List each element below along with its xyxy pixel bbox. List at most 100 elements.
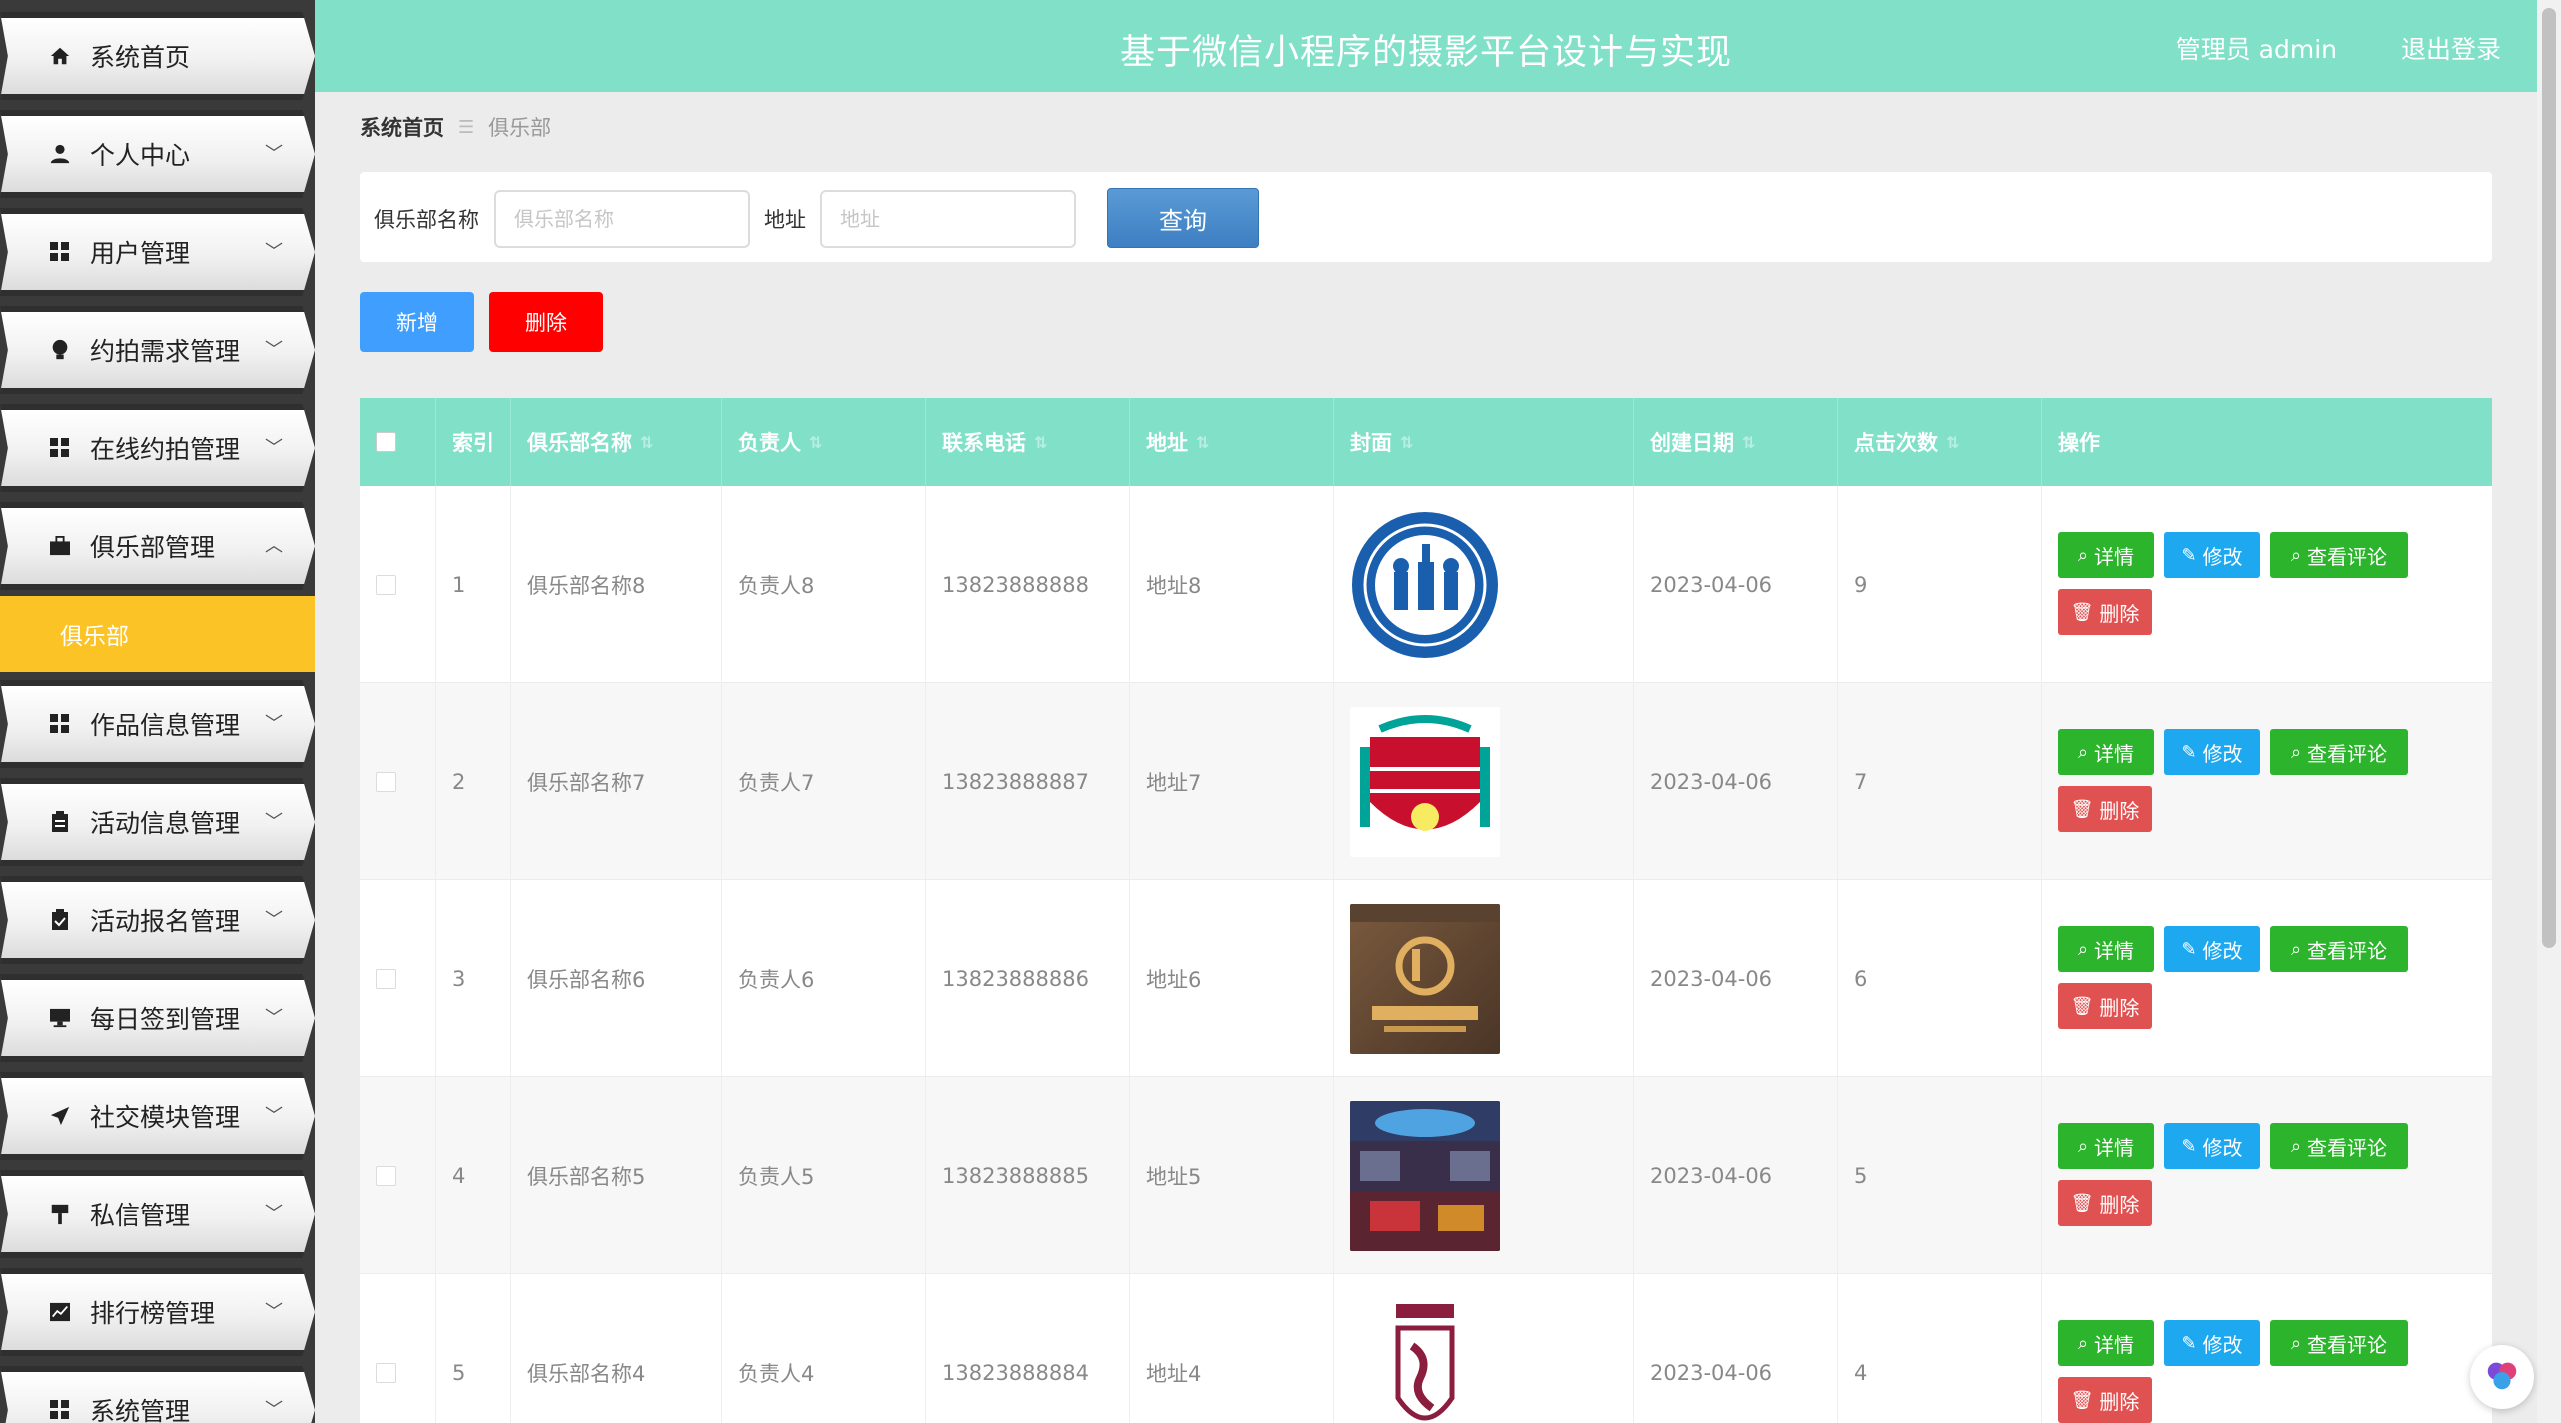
- edit-button[interactable]: ✎ 修改: [2164, 1123, 2260, 1169]
- monitor-icon: [48, 1006, 72, 1030]
- sidebar-item-works[interactable]: 作品信息管理 ﹀: [0, 680, 315, 768]
- sidebar-item-label: 私信管理: [90, 1201, 191, 1230]
- th-name[interactable]: 俱乐部名称 ⇅: [511, 398, 722, 486]
- sort-icon[interactable]: ⇅: [1196, 433, 1209, 452]
- row-delete-button[interactable]: 🗑 删除: [2058, 589, 2152, 635]
- sort-icon[interactable]: ⇅: [1400, 433, 1413, 452]
- th-cover[interactable]: 封面 ⇅: [1334, 398, 1634, 486]
- row-delete-button[interactable]: 🗑 删除: [2058, 1377, 2152, 1423]
- detail-label: 详情: [2094, 1135, 2135, 1160]
- assistant-floating-button[interactable]: [2470, 1345, 2534, 1409]
- sidebar-item-label: 社交模块管理: [90, 1103, 241, 1132]
- search-icon: ⌕: [2290, 1135, 2302, 1157]
- edit-button[interactable]: ✎ 修改: [2164, 729, 2260, 775]
- th-address[interactable]: 地址 ⇅: [1130, 398, 1334, 486]
- sidebar-item-system[interactable]: 系统管理 ﹀: [0, 1366, 315, 1423]
- delete-button[interactable]: 删除: [489, 292, 603, 352]
- row-delete-button[interactable]: 🗑 删除: [2058, 983, 2152, 1029]
- th-owner[interactable]: 负责人 ⇅: [722, 398, 926, 486]
- cell-name: 俱乐部名称6: [511, 880, 722, 1077]
- sidebar-item-profile[interactable]: 个人中心 ﹀: [0, 110, 315, 198]
- sidebar-item-daily-checkin[interactable]: 每日签到管理 ﹀: [0, 974, 315, 1062]
- cell-clicks: 7: [1838, 683, 2042, 880]
- detail-button[interactable]: ⌕ 详情: [2058, 1320, 2154, 1366]
- grid-icon: [48, 436, 72, 460]
- th-clicks[interactable]: 点击次数 ⇅: [1838, 398, 2042, 486]
- view-comments-button[interactable]: ⌕ 查看评论: [2270, 532, 2408, 578]
- comments-label: 查看评论: [2307, 544, 2388, 569]
- cell-index: 5: [436, 1274, 511, 1423]
- view-comments-button[interactable]: ⌕ 查看评论: [2270, 926, 2408, 972]
- breadcrumb-home[interactable]: 系统首页: [360, 112, 444, 142]
- club-table: 索引 俱乐部名称 ⇅ 负责人 ⇅ 联系电话 ⇅ 地址 ⇅ 封面 ⇅ 创建日期 ⇅ 点击次数 ⇅…: [360, 398, 2492, 1423]
- sidebar-item-activity-signup[interactable]: 活动报名管理 ﹀: [0, 876, 315, 964]
- sidebar-item-club-management[interactable]: 俱乐部管理 ︿: [0, 502, 315, 590]
- row-checkbox[interactable]: [376, 1362, 396, 1383]
- delete-label: 删除: [2099, 798, 2140, 823]
- cell-index: 3: [436, 880, 511, 1077]
- sort-icon[interactable]: ⇅: [1034, 433, 1047, 452]
- table-row: 1 俱乐部名称8 负责人8 13823888888 地址8 2023-04-06…: [360, 486, 2492, 683]
- club-name-input[interactable]: [494, 190, 750, 248]
- th-phone-label: 联系电话: [942, 431, 1026, 455]
- sidebar-item-home[interactable]: 系统首页: [0, 12, 315, 100]
- view-comments-button[interactable]: ⌕ 查看评论: [2270, 1123, 2408, 1169]
- chevron-down-icon: ﹀: [265, 437, 283, 459]
- search-icon: ⌕: [2290, 938, 2302, 960]
- row-checkbox[interactable]: [376, 1165, 396, 1186]
- select-all-cell: [360, 398, 436, 486]
- sort-icon[interactable]: ⇅: [1946, 433, 1959, 452]
- cell-address: 地址8: [1130, 486, 1334, 683]
- view-comments-button[interactable]: ⌕ 查看评论: [2270, 1320, 2408, 1366]
- th-date[interactable]: 创建日期 ⇅: [1634, 398, 1838, 486]
- edit-button[interactable]: ✎ 修改: [2164, 1320, 2260, 1366]
- row-checkbox[interactable]: [376, 771, 396, 792]
- sidebar-item-shoot-demand[interactable]: 约拍需求管理 ﹀: [0, 306, 315, 394]
- edit-label: 修改: [2202, 544, 2243, 569]
- sidebar-item-messages[interactable]: 私信管理 ﹀: [0, 1170, 315, 1258]
- add-button[interactable]: 新增: [360, 292, 474, 352]
- sidebar-item-social[interactable]: 社交模块管理 ﹀: [0, 1072, 315, 1160]
- cell-clicks: 4: [1838, 1274, 2042, 1423]
- detail-button[interactable]: ⌕ 详情: [2058, 729, 2154, 775]
- edit-button[interactable]: ✎ 修改: [2164, 532, 2260, 578]
- address-input[interactable]: [820, 190, 1076, 248]
- logout-link[interactable]: 退出登录: [2401, 30, 2501, 66]
- row-delete-button[interactable]: 🗑 删除: [2058, 786, 2152, 832]
- sidebar-item-online-shoot[interactable]: 在线约拍管理 ﹀: [0, 404, 315, 492]
- breadcrumb-current: 俱乐部: [488, 116, 552, 140]
- sort-icon[interactable]: ⇅: [640, 433, 653, 452]
- row-delete-button[interactable]: 🗑 删除: [2058, 1180, 2152, 1226]
- sidebar-item-ranking[interactable]: 排行榜管理 ﹀: [0, 1268, 315, 1356]
- chevron-down-icon: ﹀: [265, 909, 283, 931]
- detail-button[interactable]: ⌕ 详情: [2058, 926, 2154, 972]
- cell-date: 2023-04-06: [1634, 880, 1838, 1077]
- sidebar-subitem-club[interactable]: 俱乐部: [0, 596, 315, 672]
- chevron-down-icon: ﹀: [265, 143, 283, 165]
- cell-address: 地址7: [1130, 683, 1334, 880]
- edit-button[interactable]: ✎ 修改: [2164, 926, 2260, 972]
- view-comments-button[interactable]: ⌕ 查看评论: [2270, 729, 2408, 775]
- sort-icon[interactable]: ⇅: [1742, 433, 1755, 452]
- query-button[interactable]: 查询: [1107, 188, 1259, 248]
- top-header: 基于微信小程序的摄影平台设计与实现 管理员 admin 退出登录: [315, 0, 2537, 92]
- sidebar-item-activity[interactable]: 活动信息管理 ﹀: [0, 778, 315, 866]
- row-checkbox[interactable]: [376, 574, 396, 595]
- detail-button[interactable]: ⌕ 详情: [2058, 532, 2154, 578]
- chart-icon: [48, 1300, 72, 1324]
- breadcrumb: 系统首页 ☰ 俱乐部: [360, 112, 551, 142]
- row-checkbox[interactable]: [376, 968, 396, 989]
- page-scrollbar-thumb[interactable]: [2542, 8, 2556, 948]
- cell-ops: ⌕ 详情 ✎ 修改 ⌕ 查看评论 🗑 删除: [2042, 880, 2492, 1077]
- chevron-down-icon: ﹀: [265, 339, 283, 361]
- detail-button[interactable]: ⌕ 详情: [2058, 1123, 2154, 1169]
- sidebar-item-users[interactable]: 用户管理 ﹀: [0, 208, 315, 296]
- detail-label: 详情: [2094, 1332, 2135, 1357]
- sort-icon[interactable]: ⇅: [809, 433, 822, 452]
- cover-image: [1350, 903, 1500, 1054]
- select-all-checkbox[interactable]: [376, 432, 396, 452]
- chevron-down-icon: ﹀: [265, 1007, 283, 1029]
- th-phone[interactable]: 联系电话 ⇅: [926, 398, 1130, 486]
- clipboard-icon: [48, 810, 72, 834]
- cell-name: 俱乐部名称5: [511, 1077, 722, 1274]
